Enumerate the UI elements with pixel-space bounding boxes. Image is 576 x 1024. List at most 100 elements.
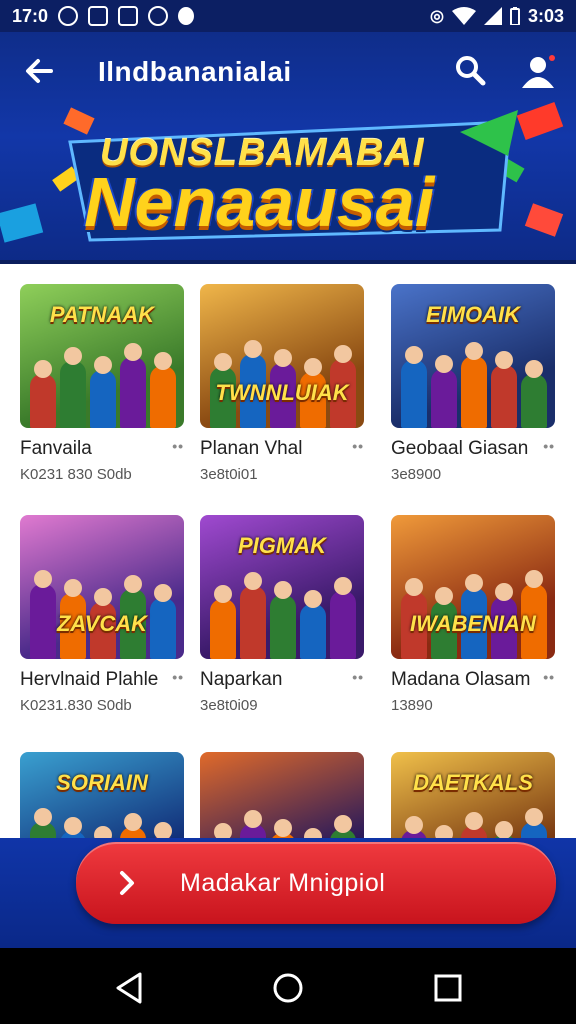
character-figure — [30, 374, 56, 428]
game-card[interactable]: PIGMAK Naparkan 3e8t0i09 •• — [200, 515, 364, 714]
more-options-icon[interactable]: •• — [172, 438, 184, 454]
game-subtitle: 13890 — [391, 697, 433, 714]
character-figure — [60, 361, 86, 428]
character-figure — [300, 604, 326, 659]
profile-button[interactable] — [518, 52, 558, 92]
wifi-icon — [451, 7, 476, 25]
game-thumbnail[interactable]: IWABENIAN — [391, 515, 555, 659]
character-head — [304, 590, 322, 608]
character-head — [495, 821, 513, 839]
character-head — [274, 819, 292, 837]
user-icon — [522, 55, 555, 88]
character-head — [154, 352, 172, 370]
image-icon — [88, 6, 109, 26]
more-options-icon[interactable]: •• — [543, 438, 555, 454]
character-head — [525, 360, 543, 378]
character-figure — [270, 595, 296, 659]
game-thumbnail[interactable]: PIGMAK — [200, 515, 364, 659]
character-head — [94, 356, 112, 374]
game-thumbnail[interactable]: EIMOAIK — [391, 284, 555, 428]
banner-title: Nenaausai — [84, 163, 435, 241]
character-head — [34, 808, 52, 826]
character-head — [214, 585, 232, 603]
character-head — [304, 358, 322, 376]
more-options-icon[interactable]: •• — [352, 669, 364, 685]
alert-icon — [178, 7, 195, 25]
character-head — [274, 581, 292, 599]
character-head — [525, 570, 543, 588]
character-figure — [240, 586, 266, 659]
character-head — [525, 808, 543, 826]
character-head — [405, 346, 423, 364]
system-nav-bar — [0, 948, 576, 1024]
more-options-icon[interactable]: •• — [352, 438, 364, 454]
search-icon — [456, 56, 486, 86]
nav-home-button[interactable] — [268, 968, 308, 1008]
character-head — [124, 343, 142, 361]
character-head — [124, 575, 142, 593]
game-subtitle: 3e8t0i09 — [200, 697, 258, 714]
nav-home-icon — [273, 973, 303, 1003]
character-head — [435, 587, 453, 605]
character-head — [64, 579, 82, 597]
game-thumbnail[interactable]: PATNAAK — [20, 284, 184, 428]
search-button[interactable] — [452, 52, 488, 88]
character-head — [435, 355, 453, 373]
nav-back-button[interactable] — [110, 968, 150, 1008]
game-subtitle: 3e8t0i01 — [200, 466, 258, 483]
character-head — [334, 345, 352, 363]
play-button-label: Madakar Mnigpiol — [180, 868, 386, 897]
battery-icon — [509, 7, 520, 25]
game-card[interactable]: PATNAAK Fanvaila K0231 830 S0db •• — [20, 284, 184, 483]
back-button[interactable] — [22, 54, 56, 88]
game-thumbnail[interactable]: ZAVCAK — [20, 515, 184, 659]
character-head — [94, 588, 112, 606]
vibrate-icon: ◎ — [430, 8, 444, 25]
header: Ilndbananialai UONSLBAMABAI Nenaausai — [0, 32, 576, 264]
title-banner: UONSLBAMABAI Nenaausai — [40, 102, 540, 252]
game-logo: SORIAIN — [56, 770, 148, 795]
game-logo: DAETKALS — [413, 770, 533, 795]
character-head — [64, 347, 82, 365]
character-head — [34, 360, 52, 378]
character-head — [244, 340, 262, 358]
game-card[interactable]: IWABENIAN Madana Olasam 13890 •• — [391, 515, 555, 714]
game-card[interactable]: TWNNLUIAK Planan Vhal 3e8t0i01 •• — [200, 284, 364, 483]
game-logo: PIGMAK — [238, 533, 326, 558]
character-head — [334, 815, 352, 833]
game-logo: TWNNLUIAK — [215, 380, 349, 405]
more-options-icon[interactable]: •• — [172, 669, 184, 685]
character-head — [334, 577, 352, 595]
game-subtitle: 3e8900 — [391, 466, 442, 483]
character-head — [214, 353, 232, 371]
character-head — [154, 584, 172, 602]
play-button[interactable]: Madakar Mnigpiol — [76, 842, 556, 924]
game-title: Naparkan — [200, 669, 283, 690]
game-thumbnail[interactable]: TWNNLUIAK — [200, 284, 364, 428]
character-head — [495, 583, 513, 601]
arrow-left-icon — [26, 59, 53, 83]
character-head — [465, 574, 483, 592]
character-figure — [150, 366, 176, 428]
nav-recents-button[interactable] — [428, 968, 468, 1008]
character-figure — [330, 591, 356, 659]
nav-recents-icon — [434, 974, 462, 1002]
character-figure — [431, 369, 457, 428]
game-title: Planan Vhal — [200, 438, 303, 459]
mail-icon — [118, 6, 139, 26]
game-card[interactable]: EIMOAIK Geobaal Giasan 3e8900 •• — [391, 284, 555, 483]
character-figure — [30, 584, 56, 659]
character-figure — [461, 356, 487, 428]
game-subtitle: K0231.830 S0db — [20, 697, 132, 714]
game-grid: PATNAAK Fanvaila K0231 830 S0db •• TWNNLUIAK… — [0, 264, 576, 896]
chevron-right-icon — [120, 871, 134, 895]
confetti — [0, 203, 44, 243]
character-head — [405, 816, 423, 834]
more-options-icon[interactable]: •• — [543, 669, 555, 685]
character-figure — [401, 360, 427, 428]
character-figure — [491, 365, 517, 428]
character-figure — [521, 374, 547, 428]
page-title: Ilndbananialai — [98, 56, 292, 87]
character-head — [34, 570, 52, 588]
game-card[interactable]: ZAVCAK Hervlnaid Plahle K0231.830 S0db •• — [20, 515, 184, 714]
